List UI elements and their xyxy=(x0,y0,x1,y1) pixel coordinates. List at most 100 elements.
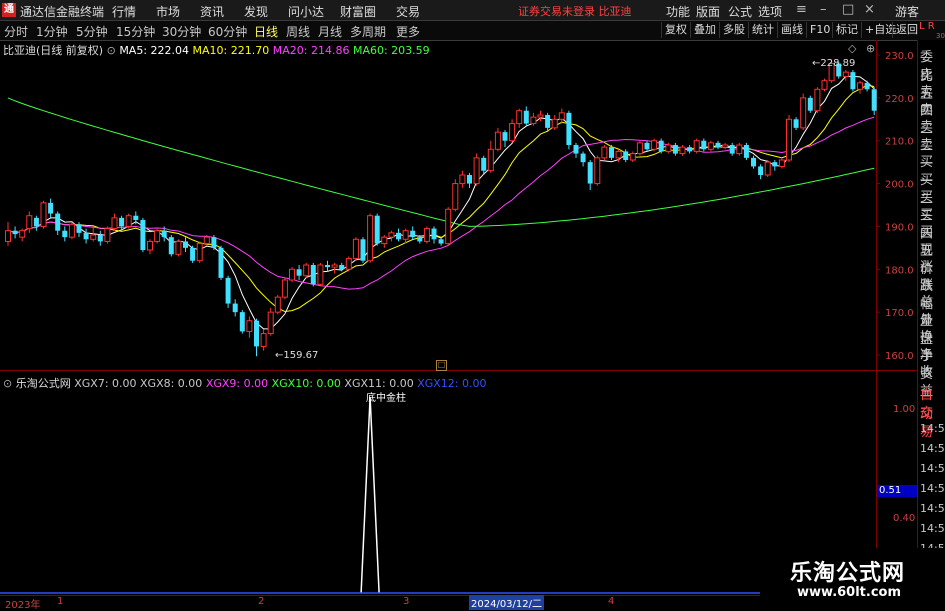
trade-time: 14:56 xyxy=(920,482,945,495)
period-5min[interactable]: 5分钟 xyxy=(76,23,108,40)
period-60min[interactable]: 60分钟 xyxy=(208,23,247,40)
candle-body xyxy=(83,232,89,240)
period-weekly[interactable]: 周线 xyxy=(286,23,310,40)
candle-body xyxy=(502,132,508,141)
candle-body xyxy=(325,265,330,268)
panel-badge[interactable]: L R xyxy=(919,21,935,32)
candle-body xyxy=(140,220,146,250)
candle-body xyxy=(701,140,707,150)
minimize-icon[interactable]: – xyxy=(820,2,827,17)
candle-body xyxy=(310,265,316,285)
candle-body xyxy=(218,247,224,278)
period-daily[interactable]: 日线 xyxy=(254,23,278,40)
indicator-name[interactable]: 乐淘公式网 xyxy=(16,377,71,390)
menu-item-function[interactable]: 功能 xyxy=(666,3,690,20)
adjust-button[interactable]: 复权 xyxy=(661,22,690,38)
candle-body xyxy=(800,97,807,129)
candle-body xyxy=(736,144,743,155)
candle-body xyxy=(842,71,849,77)
menu-item-trade[interactable]: 交易 xyxy=(396,3,420,20)
candle-body xyxy=(260,333,267,347)
x-axis-month-4: 4 xyxy=(608,596,615,607)
candle-body xyxy=(367,215,374,262)
menu-item-ask[interactable]: 问小达 xyxy=(288,3,324,20)
y-tick-label: 210.0 xyxy=(885,137,914,148)
trade-time: 14:56 xyxy=(920,522,945,535)
multi-stock-button[interactable]: 多股 xyxy=(719,22,748,38)
candle-body xyxy=(729,145,735,154)
login-warning[interactable]: 证券交易未登录 比亚迪 xyxy=(518,3,632,19)
candle-body xyxy=(445,208,452,245)
candle-body xyxy=(62,230,68,238)
period-30min[interactable]: 30分钟 xyxy=(162,23,201,40)
kline-chart[interactable]: 230.0 220.0 210.0 200.0 190.0 180.0 170.0 160.0 xyxy=(0,40,917,609)
candle-body xyxy=(175,240,182,255)
draw-line-button[interactable]: 画线 xyxy=(777,22,806,38)
candle-body xyxy=(274,296,281,313)
candle-body xyxy=(203,236,210,245)
xgx9-label: XGX9: 0.00 xyxy=(205,377,269,390)
menu-item-discover[interactable]: 发现 xyxy=(244,3,268,20)
menu-item-layout[interactable]: 版面 xyxy=(696,3,720,20)
candle-body xyxy=(119,217,125,227)
low-price-label: ←159.67 xyxy=(275,350,319,361)
f10-button[interactable]: F10 xyxy=(806,22,833,38)
maximize-icon[interactable]: □ xyxy=(842,2,854,17)
back-button[interactable]: 返回 xyxy=(892,22,921,38)
sub-chart-settings-icon[interactable]: ⊙ xyxy=(3,377,12,390)
ma5-line xyxy=(7,75,875,330)
candle-body xyxy=(423,228,430,242)
x-axis-month-3: 3 xyxy=(403,596,410,607)
menu-item-wealth[interactable]: 财富圈 xyxy=(340,3,376,20)
sub-y-tick: 1.00 xyxy=(893,404,916,415)
candle-body xyxy=(381,236,388,245)
candle-body xyxy=(644,142,650,150)
candle-body xyxy=(566,112,572,145)
ma60-line xyxy=(7,97,875,227)
menu-item-exchange[interactable]: 市场 xyxy=(156,3,180,20)
guest-user[interactable]: 游客 xyxy=(895,3,919,20)
menu-item-options[interactable]: 选项 xyxy=(758,3,782,20)
trade-time: 14:56 xyxy=(920,462,945,475)
candle-body xyxy=(814,88,821,112)
mark-button[interactable]: 标记 xyxy=(832,22,861,38)
stats-button[interactable]: 统计 xyxy=(748,22,777,38)
candle-body xyxy=(545,115,551,128)
expand-icon[interactable]: □ xyxy=(436,360,447,371)
candle-body xyxy=(196,243,203,262)
close-icon[interactable]: × xyxy=(864,2,875,17)
menu-item-market[interactable]: 行情 xyxy=(112,3,136,20)
period-multi[interactable]: 多周期 xyxy=(350,23,386,40)
candle-body xyxy=(267,311,274,335)
candle-body xyxy=(289,268,295,281)
period-1min[interactable]: 1分钟 xyxy=(36,23,68,40)
candle-body xyxy=(601,146,608,159)
candle-body xyxy=(494,131,501,150)
period-timeshare[interactable]: 分时 xyxy=(4,23,28,40)
candle-body xyxy=(615,150,622,159)
candle-body xyxy=(651,140,658,150)
window-menu-icon[interactable]: ≡ xyxy=(796,2,807,17)
candle-body xyxy=(402,230,409,240)
overlay-button[interactable]: 叠加 xyxy=(690,22,719,38)
y-tick-label: 170.0 xyxy=(885,308,914,319)
candle-body xyxy=(758,166,764,175)
period-monthly[interactable]: 月线 xyxy=(318,23,342,40)
y-tick-label: 220.0 xyxy=(885,94,914,105)
crosshair-date: 2024/03/12/二 xyxy=(469,595,545,610)
period-15min[interactable]: 15分钟 xyxy=(116,23,155,40)
menu-item-news[interactable]: 资讯 xyxy=(200,3,224,20)
period-toolbar: 分时 1分钟 5分钟 15分钟 30分钟 60分钟 日线 周线 月线 多周期 更… xyxy=(0,21,945,41)
ma10-line xyxy=(7,84,875,313)
candle-body xyxy=(33,217,39,227)
candle-body xyxy=(452,183,459,210)
candle-body xyxy=(722,144,729,148)
candle-body xyxy=(111,217,118,230)
candle-body xyxy=(573,145,579,154)
menu-item-formula[interactable]: 公式 xyxy=(728,3,752,20)
candle-body xyxy=(125,215,132,227)
candle-body xyxy=(509,123,516,142)
candle-body xyxy=(850,72,856,90)
period-more[interactable]: 更多 xyxy=(396,23,420,40)
candle-body xyxy=(68,223,75,238)
